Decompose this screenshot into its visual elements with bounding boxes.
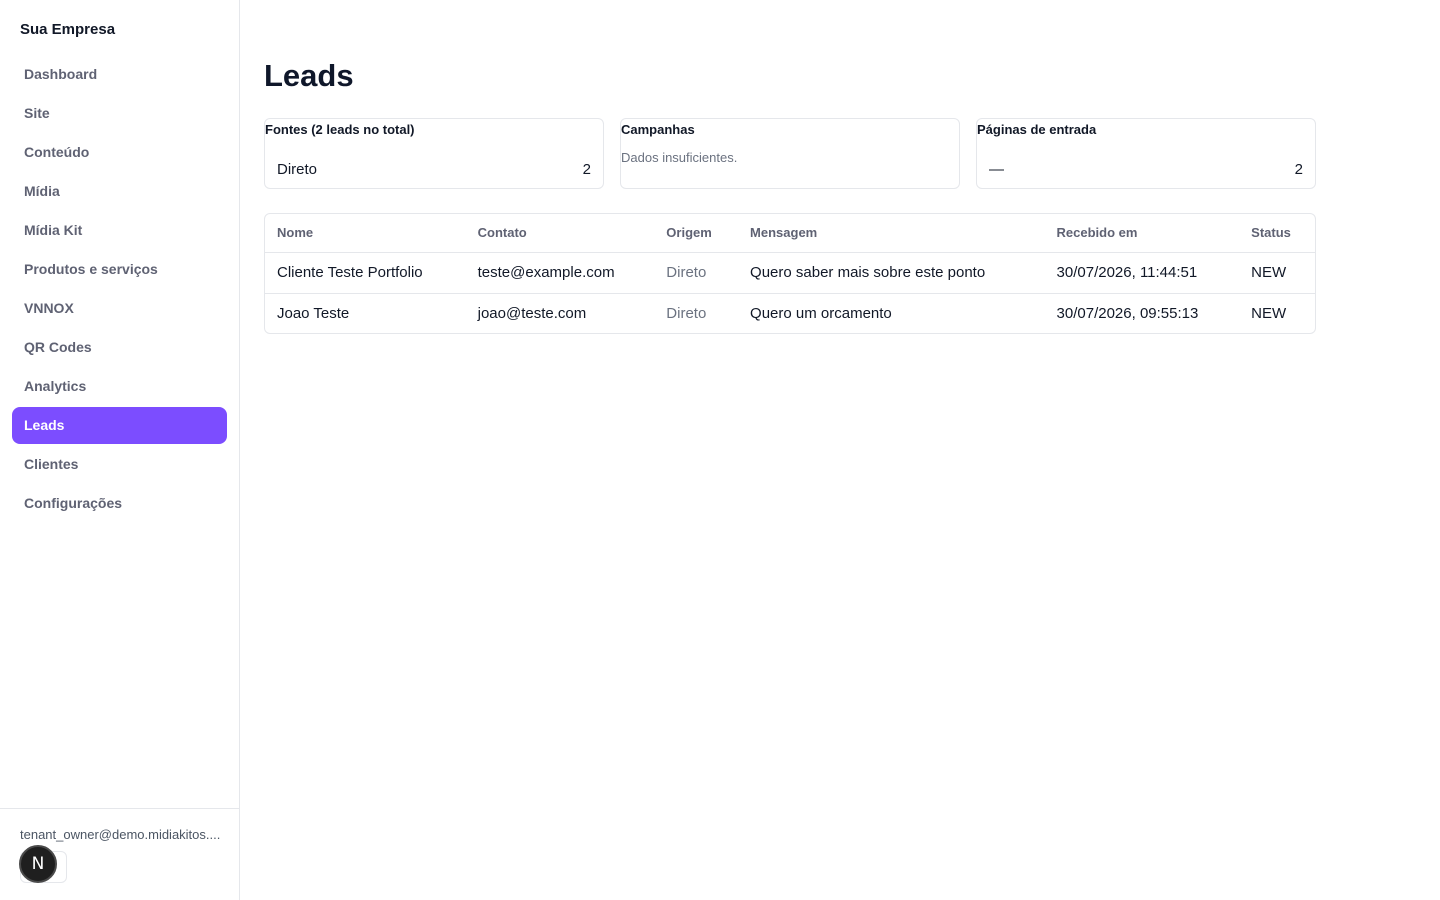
sidebar-item-produtos-e-servicos[interactable]: Produtos e serviços xyxy=(12,251,227,288)
leads-table-container: Nome Contato Origem Mensagem Recebido em… xyxy=(264,213,1316,334)
sidebar-item-dashboard[interactable]: Dashboard xyxy=(12,56,227,93)
sources-card: Fontes (2 leads no total) Direto 2 xyxy=(264,118,604,189)
column-header-contato: Contato xyxy=(465,214,655,253)
brand-name: Sua Empresa xyxy=(20,21,116,38)
column-header-status: Status xyxy=(1239,214,1315,253)
sidebar-item-site[interactable]: Site xyxy=(12,95,227,132)
landing-pages-row-label: — xyxy=(989,161,1004,178)
cell-contato: teste@example.com xyxy=(465,252,655,294)
landing-pages-card: Páginas de entrada — 2 xyxy=(976,118,1316,189)
landing-pages-row-value: 2 xyxy=(1294,161,1303,178)
cell-contato: joao@teste.com xyxy=(477,305,587,323)
campaigns-empty-text: Dados insuficientes. xyxy=(621,150,738,165)
page-title: Leads xyxy=(264,58,354,93)
sidebar-item-midia[interactable]: Mídia xyxy=(12,173,227,210)
sources-row-value: 2 xyxy=(582,161,591,178)
table-header-row: Nome Contato Origem Mensagem Recebido em… xyxy=(265,214,1315,253)
cell-origem: Direto xyxy=(654,252,739,294)
cell-origem: Direto xyxy=(666,305,707,323)
cell-mensagem: Quero um orcamento xyxy=(750,305,892,323)
cell-recebido-em: 30/07/2026, 09:55:13 xyxy=(1056,305,1199,323)
column-header-nome: Nome xyxy=(265,214,466,253)
app: Sua Empresa Dashboard Site Conteúdo Mídi… xyxy=(0,0,1440,900)
sources-row-label: Direto xyxy=(277,161,318,178)
column-header-mensagem: Mensagem xyxy=(738,214,1045,253)
main-content: Leads Fontes (2 leads no total) Direto 2… xyxy=(240,0,1440,900)
cell-nome: Cliente Teste Portfolio xyxy=(265,252,466,294)
leads-table: Nome Contato Origem Mensagem Recebido em… xyxy=(265,214,1315,333)
cell-mensagem: Quero saber mais sobre este ponto xyxy=(738,252,1045,294)
sidebar: Sua Empresa Dashboard Site Conteúdo Mídi… xyxy=(0,0,240,900)
sidebar-item-vnnox[interactable]: VNNOX xyxy=(12,290,227,327)
column-header-recebido-em: Recebido em xyxy=(1044,214,1240,253)
sidebar-item-midia-kit[interactable]: Mídia Kit xyxy=(12,212,227,249)
campaigns-card: Campanhas Dados insuficientes. xyxy=(620,118,960,189)
column-header-origem: Origem xyxy=(654,214,739,253)
table-row[interactable]: Cliente Teste Portfolio teste@example.co… xyxy=(265,252,1315,294)
user-email: tenant_owner@demo.midiakitos.... xyxy=(20,827,221,842)
nextjs-dev-badge-icon[interactable]: N xyxy=(19,845,57,883)
campaigns-card-title: Campanhas xyxy=(621,122,695,137)
sidebar-item-leads[interactable]: Leads xyxy=(12,407,227,444)
sidebar-item-qr-codes[interactable]: QR Codes xyxy=(12,329,227,366)
sidebar-footer: tenant_owner@demo.midiakitos.... N xyxy=(0,808,239,900)
sidebar-item-configuracoes[interactable]: Configurações xyxy=(12,485,227,522)
summary-cards: Fontes (2 leads no total) Direto 2 Campa… xyxy=(264,118,1316,189)
cell-recebido-em: 30/07/2026, 11:44:51 xyxy=(1044,252,1240,294)
cell-nome: Joao Teste xyxy=(277,305,350,323)
sidebar-item-analytics[interactable]: Analytics xyxy=(12,368,227,405)
sources-card-title: Fontes (2 leads no total) xyxy=(265,122,415,137)
sidebar-nav: Dashboard Site Conteúdo Mídia Mídia Kit … xyxy=(12,56,227,524)
landing-pages-card-title: Páginas de entrada xyxy=(977,122,1097,137)
cell-status: NEW xyxy=(1239,252,1315,294)
sidebar-item-clientes[interactable]: Clientes xyxy=(12,446,227,483)
cell-status: NEW xyxy=(1251,305,1287,323)
table-row[interactable]: Joao Teste joao@teste.com Direto Quero u… xyxy=(265,293,1315,333)
sidebar-item-conteudo[interactable]: Conteúdo xyxy=(12,134,227,171)
